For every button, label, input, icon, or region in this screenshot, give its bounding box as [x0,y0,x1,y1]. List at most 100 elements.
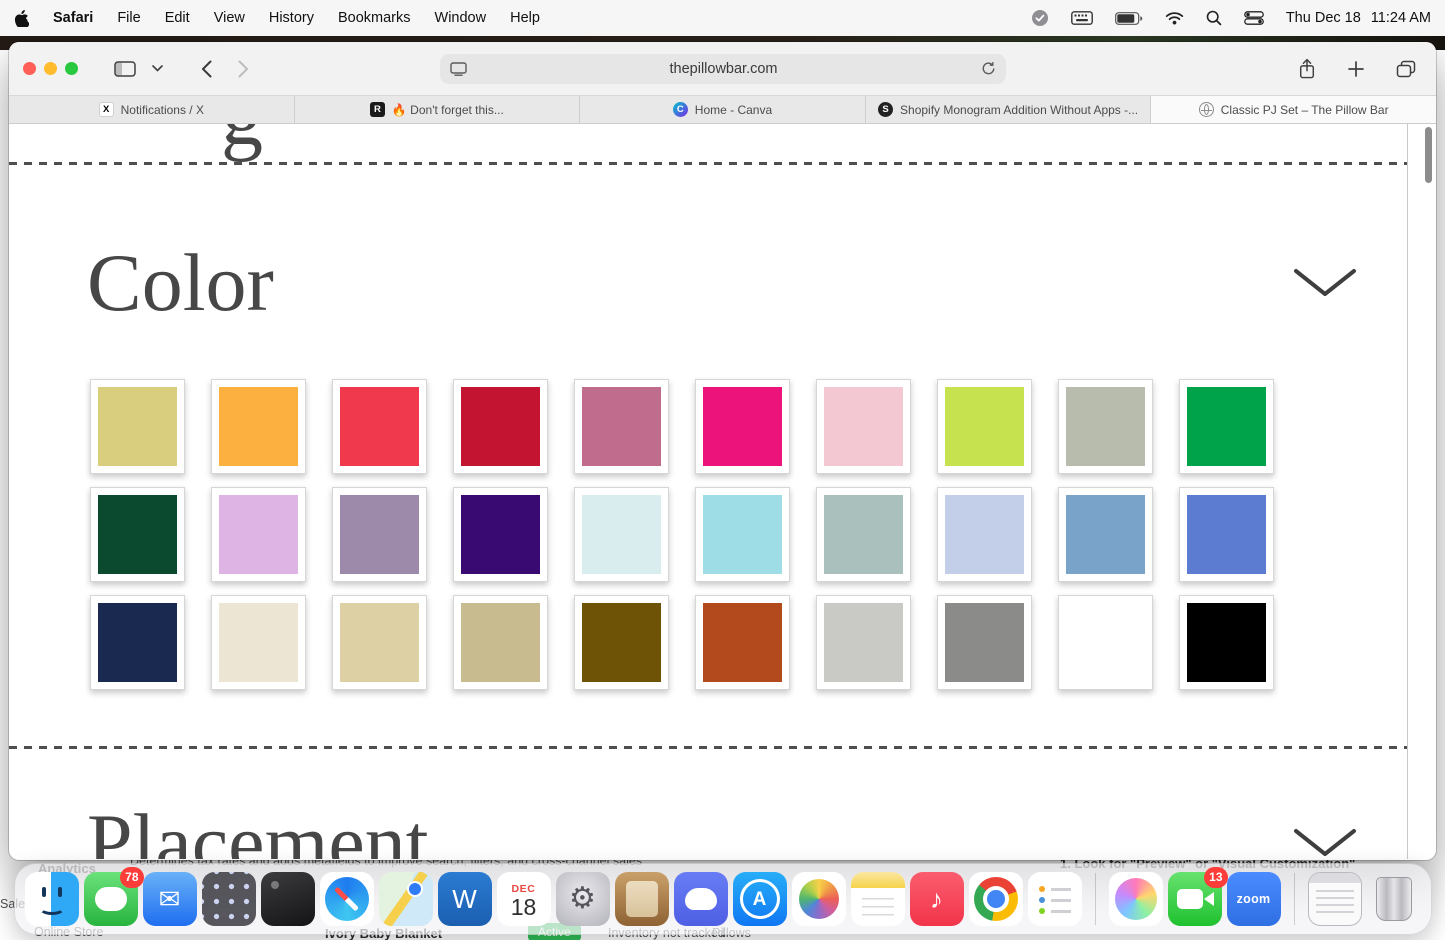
dock-notes[interactable] [851,872,905,926]
reload-icon[interactable] [981,61,996,76]
placement-section-chevron-icon[interactable] [1292,826,1358,859]
menu-help[interactable]: Help [510,10,540,26]
dock-safari[interactable] [320,872,374,926]
address-bar[interactable]: thepillowbar.com [440,54,1006,84]
forward-button[interactable] [232,56,255,82]
dock-facetime[interactable]: 13 [1168,872,1222,926]
checkmark-menu-icon[interactable] [1031,9,1049,27]
minimize-button[interactable] [44,62,57,75]
color-swatch[interactable] [211,379,306,474]
color-swatch[interactable] [332,379,427,474]
dock-divider [1095,873,1096,925]
color-swatch[interactable] [937,379,1032,474]
dock-settings[interactable]: ⚙ [556,872,610,926]
menu-edit[interactable]: Edit [165,10,190,26]
color-swatch[interactable] [1058,487,1153,582]
word-app-icon: W [438,872,492,926]
dock-zoom[interactable]: zoom [1227,872,1281,926]
menu-history[interactable]: History [269,10,314,26]
color-swatch[interactable] [816,379,911,474]
dock-word[interactable]: W [438,872,492,926]
color-swatch[interactable] [574,487,669,582]
color-swatch[interactable] [937,595,1032,690]
swatch-color [340,387,419,466]
back-button[interactable] [195,56,218,82]
color-swatch[interactable] [453,487,548,582]
dock-discord[interactable] [674,872,728,926]
color-swatch[interactable] [90,487,185,582]
control-center-icon[interactable] [1244,11,1264,25]
keyboard-menu-icon[interactable] [1071,11,1093,25]
tab-don-t-forget-this[interactable]: R🔥 Don't forget this... [295,96,581,123]
dock-clips[interactable] [1109,872,1163,926]
dock-music[interactable]: ♪ [910,872,964,926]
battery-icon[interactable] [1115,12,1143,25]
sidebar-toggle-button[interactable] [108,57,142,81]
share-button[interactable] [1292,54,1322,84]
tab-overview-button[interactable] [1390,56,1422,82]
url-text: thepillowbar.com [467,61,981,77]
dock-notebook[interactable] [615,872,669,926]
dock-launchpad[interactable] [202,872,256,926]
menu-view[interactable]: View [214,10,245,26]
menu-window[interactable]: Window [435,10,487,26]
spotlight-search-icon[interactable] [1206,10,1222,26]
color-swatch[interactable] [695,595,790,690]
apple-menu-icon[interactable] [14,10,29,27]
color-swatch[interactable] [1179,595,1274,690]
dock-appstore[interactable]: A [733,872,787,926]
color-swatch[interactable] [90,595,185,690]
dock-photos[interactable] [792,872,846,926]
color-swatch[interactable] [574,379,669,474]
tab-home-canva[interactable]: CHome - Canva [580,96,866,123]
scrollbar-thumb[interactable] [1425,127,1432,183]
dock-chrome[interactable] [969,872,1023,926]
dock-window[interactable] [1308,872,1362,926]
tab-classic-pj-set-the-pillow-bar[interactable]: Classic PJ Set – The Pillow Bar [1151,96,1436,123]
color-swatch[interactable] [1179,487,1274,582]
tab-shopify-monogram-addition-without-apps[interactable]: SShopify Monogram Addition Without Apps … [866,96,1152,123]
active-app-name[interactable]: Safari [53,10,93,26]
new-tab-button[interactable] [1342,57,1370,81]
close-button[interactable] [23,62,36,75]
color-swatch[interactable] [453,379,548,474]
swatch-color [824,603,903,682]
swatch-color [98,495,177,574]
color-swatch[interactable] [211,487,306,582]
color-swatch[interactable] [332,487,427,582]
color-swatch[interactable] [211,595,306,690]
dashed-divider [9,162,1408,165]
menubar-clock[interactable]: Thu Dec 18 11:24 AM [1286,10,1431,26]
color-swatch[interactable] [695,487,790,582]
dock-messages[interactable]: 78 [84,872,138,926]
color-swatch[interactable] [695,379,790,474]
color-swatch[interactable] [1179,379,1274,474]
color-section-chevron-icon[interactable] [1292,266,1358,303]
swatch-color [1066,387,1145,466]
swatch-color [945,495,1024,574]
dock-mail[interactable]: ✉ [143,872,197,926]
color-swatch[interactable] [1058,595,1153,690]
color-swatch[interactable] [332,595,427,690]
dock-finder[interactable] [25,872,79,926]
wifi-icon[interactable] [1165,11,1184,25]
menu-file[interactable]: File [117,10,140,26]
menu-bookmarks[interactable]: Bookmarks [338,10,411,26]
website-settings-icon[interactable] [450,62,467,76]
dock-calendar[interactable]: DEC18 [497,872,551,926]
color-swatch[interactable] [574,595,669,690]
color-swatch[interactable] [816,595,911,690]
color-swatch[interactable] [937,487,1032,582]
sidebar-chevron-icon[interactable] [146,61,169,76]
dock-trash[interactable] [1367,872,1421,926]
dock-ink[interactable] [261,872,315,926]
dock-maps[interactable] [379,872,433,926]
swatch-color [98,603,177,682]
color-swatch[interactable] [453,595,548,690]
color-swatch[interactable] [1058,379,1153,474]
dock-reminders[interactable] [1028,872,1082,926]
color-swatch[interactable] [90,379,185,474]
color-swatch[interactable] [816,487,911,582]
fullscreen-button[interactable] [65,62,78,75]
tab-notifications-x[interactable]: XNotifications / X [9,96,295,123]
